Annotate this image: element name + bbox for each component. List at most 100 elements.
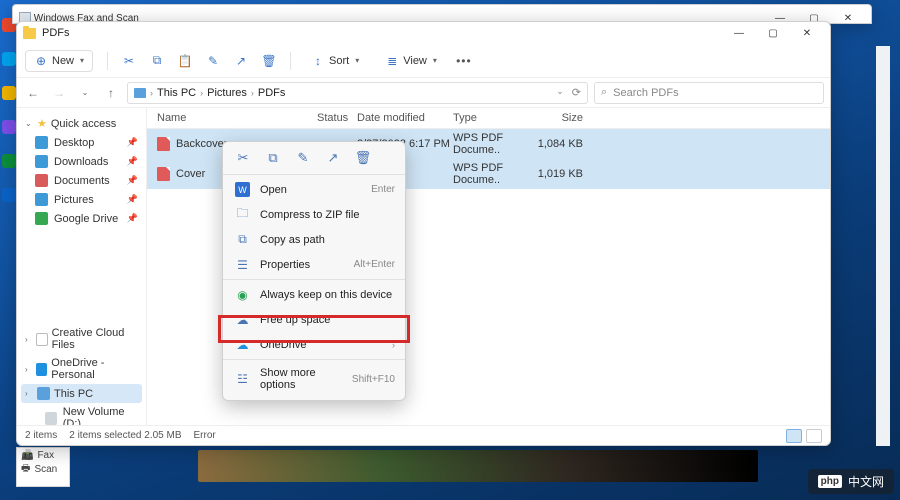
search-box[interactable]: ⌕ Search PDFs — [594, 82, 824, 104]
recents-button[interactable]: ⌄ — [75, 88, 95, 97]
share-icon[interactable]: ↗ — [325, 150, 341, 166]
sidebar-item-creative-cloud[interactable]: ›Creative Cloud Files — [21, 324, 142, 354]
sidebar-item-this-pc[interactable]: ›This PC — [21, 384, 142, 403]
back-button[interactable]: ← — [23, 86, 43, 100]
quick-access-label: Quick access — [51, 118, 116, 130]
menu-shortcut: Enter — [371, 184, 395, 195]
new-button[interactable]: ⊕ New ▾ — [25, 50, 93, 72]
file-type: WPS PDF Docume.. — [453, 132, 533, 156]
pin-icon: 📌 — [127, 137, 138, 148]
col-name[interactable]: Name — [157, 112, 317, 124]
view-button[interactable]: ≣ View ▾ — [379, 51, 443, 71]
scan-icon: 🖶 — [21, 461, 30, 478]
chevron-right-icon: › — [251, 88, 254, 98]
cut-icon[interactable]: ✂ — [235, 150, 251, 166]
fax-icon: 📠 — [21, 450, 33, 461]
minimize-button[interactable]: ― — [722, 22, 756, 44]
col-status[interactable]: Status — [317, 112, 357, 124]
details-view-button[interactable] — [786, 429, 802, 443]
cut-icon[interactable]: ✂ — [122, 54, 136, 68]
open-icon: W — [235, 182, 250, 197]
context-icon-row: ✂ ⧉ ✎ ↗ 🗑 — [223, 146, 405, 172]
sidebar-item-google-drive[interactable]: Google Drive 📌 — [21, 209, 142, 228]
menu-copy-as-path[interactable]: ⧉ Copy as path — [223, 227, 405, 252]
copy-icon[interactable]: ⧉ — [150, 54, 164, 68]
navigation-row: ← → ⌄ ↑ › This PC › Pictures › PDFs ⌄ ⟳ … — [17, 78, 830, 108]
forward-button[interactable]: → — [49, 86, 69, 100]
chevron-right-icon: › — [200, 88, 203, 98]
breadcrumb-seg[interactable]: This PC — [157, 87, 196, 99]
menu-onedrive[interactable]: ☁ OneDrive › — [223, 332, 405, 357]
up-button[interactable]: ↑ — [101, 86, 121, 100]
rename-icon[interactable]: ✎ — [295, 150, 311, 166]
file-explorer-window: PDFs ― ▢ ✕ ⊕ New ▾ ✂ ⧉ 📋 ✎ ↗ 🗑 ↕ Sort — [16, 21, 831, 446]
copy-icon[interactable]: ⧉ — [265, 150, 281, 166]
menu-compress-zip[interactable]: 🗀 Compress to ZIP file — [223, 202, 405, 227]
menu-label: Free up space — [260, 314, 395, 326]
maximize-button[interactable]: ▢ — [756, 22, 790, 44]
pin-icon: 📌 — [127, 213, 138, 224]
toolbar: ⊕ New ▾ ✂ ⧉ 📋 ✎ ↗ 🗑 ↕ Sort ▾ ≣ View ▾ ••… — [17, 44, 830, 78]
pin-icon: 📌 — [127, 194, 138, 205]
sidebar-item-documents[interactable]: Documents📌 — [21, 171, 142, 190]
menu-properties[interactable]: ☰ Properties Alt+Enter — [223, 252, 405, 277]
sidebar-item-label: Documents — [54, 175, 110, 187]
close-button[interactable]: ✕ — [790, 22, 824, 44]
titlebar[interactable]: PDFs ― ▢ ✕ — [17, 22, 830, 44]
chevron-down-icon: ⌄ — [25, 119, 33, 128]
menu-show-more-options[interactable]: ☳ Show more options Shift+F10 — [223, 362, 405, 396]
menu-open[interactable]: W Open Enter — [223, 177, 405, 202]
file-size: 1,084 KB — [533, 138, 593, 150]
col-type[interactable]: Type — [453, 112, 533, 124]
address-bar[interactable]: › This PC › Pictures › PDFs ⌄ ⟳ — [127, 82, 588, 104]
keep-icon: ◉ — [235, 287, 250, 302]
close-icon[interactable]: ✕ — [831, 7, 865, 29]
menu-label: Open — [260, 184, 361, 196]
rename-icon[interactable]: ✎ — [206, 54, 220, 68]
path-icon: ⧉ — [235, 232, 250, 247]
sidebar-item-label: Downloads — [54, 156, 108, 168]
more-icon[interactable]: ••• — [457, 54, 471, 68]
sidebar-item-label: This PC — [54, 388, 93, 400]
sort-button[interactable]: ↕ Sort ▾ — [305, 51, 365, 71]
sidebar-item-label: Google Drive — [54, 213, 118, 225]
column-headers[interactable]: Name Status Date modified Type Size — [147, 108, 830, 129]
status-selection: 2 items selected 2.05 MB — [69, 430, 181, 441]
menu-always-keep[interactable]: ◉ Always keep on this device — [223, 282, 405, 307]
view-icon: ≣ — [385, 54, 399, 68]
menu-shortcut: Alt+Enter — [354, 259, 395, 270]
sidebar-item-onedrive[interactable]: ›OneDrive - Personal — [21, 354, 142, 384]
delete-icon[interactable]: 🗑 — [262, 54, 276, 68]
sidebar-item-label: OneDrive - Personal — [51, 357, 138, 381]
file-name: Backcover — [176, 138, 227, 150]
share-icon[interactable]: ↗ — [234, 54, 248, 68]
breadcrumb-seg[interactable]: Pictures — [207, 87, 247, 99]
sidebar-item-volume-d[interactable]: New Volume (D:) — [21, 403, 142, 425]
sidebar-item-desktop[interactable]: Desktop📌 — [21, 133, 142, 152]
sidebar-item-pictures[interactable]: Pictures📌 — [21, 190, 142, 209]
view-label: View — [403, 55, 427, 67]
dropdown-icon[interactable]: ⌄ — [556, 86, 564, 99]
quick-access[interactable]: ⌄ ★ Quick access — [21, 114, 142, 133]
col-date[interactable]: Date modified — [357, 112, 453, 124]
menu-label: Compress to ZIP file — [260, 209, 395, 221]
chevron-down-icon: ▾ — [433, 56, 437, 65]
fax-label[interactable]: Fax — [37, 450, 54, 461]
col-size[interactable]: Size — [533, 112, 593, 124]
refresh-icon[interactable]: ⟳ — [572, 86, 581, 99]
sidebar-item-downloads[interactable]: Downloads📌 — [21, 152, 142, 171]
scan-label[interactable]: Scan — [34, 464, 57, 475]
menu-free-up-space[interactable]: ☁ Free up space — [223, 307, 405, 332]
search-icon: ⌕ — [601, 86, 607, 99]
status-error: Error — [194, 430, 216, 441]
chevron-right-icon: › — [392, 340, 395, 350]
pictures-icon — [35, 193, 48, 206]
paste-icon[interactable]: 📋 — [178, 54, 192, 68]
onedrive-icon — [36, 363, 47, 376]
chevron-down-icon: ▾ — [355, 56, 359, 65]
properties-icon: ☰ — [235, 257, 250, 272]
tiles-view-button[interactable] — [806, 429, 822, 443]
breadcrumb-seg[interactable]: PDFs — [258, 87, 286, 99]
background-photo-strip — [198, 450, 758, 482]
delete-icon[interactable]: 🗑 — [355, 150, 371, 166]
